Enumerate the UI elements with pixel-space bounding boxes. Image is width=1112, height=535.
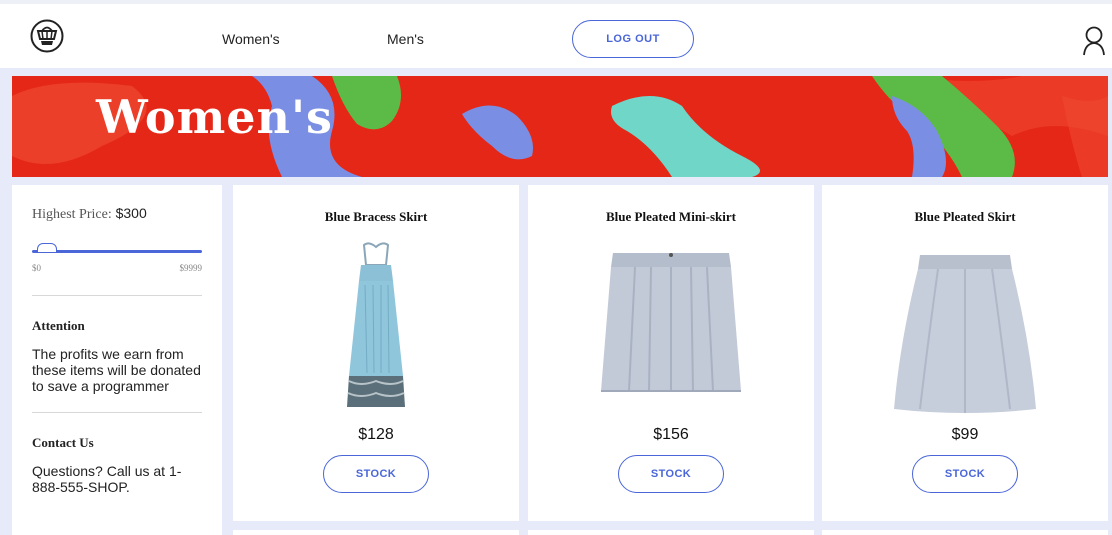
product-name: Blue Bracess Skirt: [324, 209, 428, 224]
price-filter: Highest Price: $300: [32, 205, 202, 223]
stock-button[interactable]: STOCK: [323, 455, 429, 493]
product-card-next: [528, 530, 814, 535]
product-card: Blue Pleated Skirt $99 STOCK: [822, 185, 1108, 521]
logout-button[interactable]: LOG OUT: [572, 20, 694, 58]
contact-title: Contact Us: [32, 435, 94, 450]
user-icon[interactable]: [1082, 26, 1106, 56]
price-filter-label: Highest Price:: [32, 207, 112, 222]
divider: [32, 295, 202, 296]
price-slider-max: $9999: [179, 263, 203, 273]
contact-body: Questions? Call us at 1-888-555-SHOP.: [32, 463, 182, 495]
nav-link-men[interactable]: Men's: [387, 31, 424, 47]
price-slider-min: $0: [32, 263, 41, 273]
category-banner: Women's: [12, 76, 1108, 177]
product-card: Blue Bracess Skirt $128 STOCK: [233, 185, 519, 521]
shop-basket-icon[interactable]: [30, 19, 64, 53]
divider: [32, 412, 202, 413]
stock-button[interactable]: STOCK: [618, 455, 724, 493]
product-card-next: [233, 530, 519, 535]
banner-title: Women's: [96, 90, 333, 144]
attention-title: Attention: [32, 318, 85, 333]
product-price: $99: [951, 426, 979, 443]
product-image-pleated-mini-skirt[interactable]: [591, 249, 751, 399]
product-price: $128: [358, 426, 394, 443]
product-card: Blue Pleated Mini-skirt $156 STOCK: [528, 185, 814, 521]
product-card-next: [822, 530, 1108, 535]
price-slider-track[interactable]: [32, 250, 202, 253]
product-name: Blue Pleated Skirt: [914, 209, 1016, 224]
nav-link-women[interactable]: Women's: [222, 31, 280, 47]
product-image-flared-skirt[interactable]: [890, 251, 1040, 415]
product-image-dress[interactable]: [331, 241, 421, 411]
navbar: Women's Men's LOG OUT: [0, 4, 1112, 68]
stock-button[interactable]: STOCK: [912, 455, 1018, 493]
price-filter-value: $300: [115, 205, 147, 221]
price-slider[interactable]: [32, 243, 202, 259]
price-slider-labels: $0 $9999: [32, 263, 202, 277]
product-name: Blue Pleated Mini-skirt: [606, 209, 736, 224]
sidebar: Highest Price: $300 $0 $9999 Attention T…: [12, 185, 222, 535]
attention-body: The profits we earn from these items wil…: [32, 346, 201, 394]
product-price: $156: [653, 426, 689, 443]
price-slider-thumb[interactable]: [37, 243, 57, 253]
